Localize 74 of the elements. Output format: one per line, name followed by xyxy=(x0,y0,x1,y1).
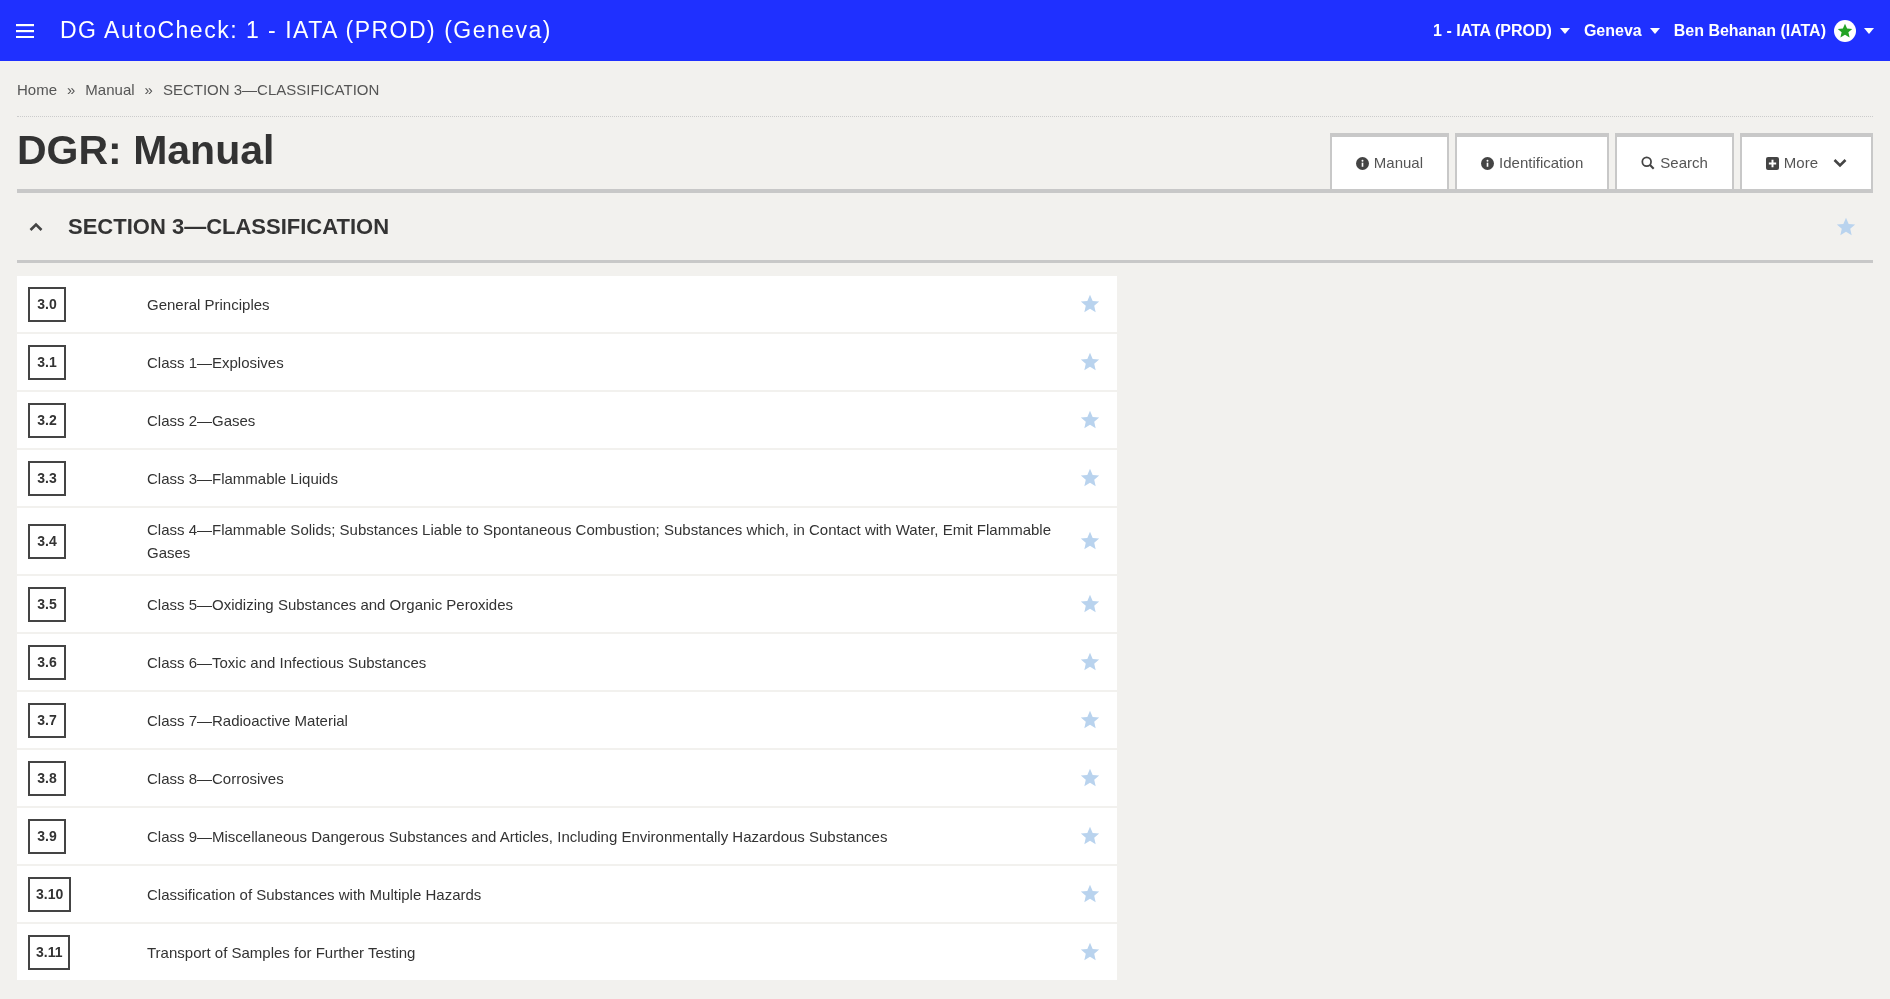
section-row[interactable]: 3.6 Class 6—Toxic and Infectious Substances xyxy=(17,634,1117,690)
section-row-title: Class 4—Flammable Solids; Substances Liable to Spontaneous Combustion; Substances which, in Contact with Water, Emit Flammable Gases xyxy=(147,520,1053,563)
section-row[interactable]: 3.11 Transport of Samples for Further Testing xyxy=(17,924,1117,980)
section-row[interactable]: 3.9 Class 9—Miscellaneous Dangerous Substances and Articles, Including Environmentally Hazardous Substances xyxy=(17,808,1117,864)
section-row-title: Class 2—Gases xyxy=(147,410,257,431)
info-icon xyxy=(1481,156,1495,170)
chevron-up-icon[interactable] xyxy=(29,221,43,232)
section-number: 3.2 xyxy=(28,402,66,438)
section-row[interactable]: 3.0 General Principles xyxy=(17,276,1117,332)
plus-square-icon xyxy=(1765,156,1779,170)
section-number: 3.10 xyxy=(28,876,72,912)
caret-icon xyxy=(1559,27,1570,34)
star-icon[interactable] xyxy=(1079,293,1101,315)
context-menu[interactable]: Geneva xyxy=(1583,18,1660,43)
section-row-title: Class 6—Toxic and Infectious Substances xyxy=(147,652,428,673)
section-row-title: Class 7—Radioactive Material xyxy=(147,710,349,731)
section-number: 3.1 xyxy=(28,344,66,380)
section-row-title: Class 3—Flammable Liquids xyxy=(147,468,339,489)
section-number: 3.6 xyxy=(28,644,66,680)
breadcrumb-link[interactable]: SECTION 3—CLASSIFICATION xyxy=(162,79,380,102)
section-row[interactable]: 3.4 Class 4—Flammable Solids; Substances Liable to Spontaneous Combustion; Substances which, in Contact with Water, Emit Flammable Gases xyxy=(17,508,1117,574)
star-icon[interactable] xyxy=(1079,530,1101,552)
nav-tab[interactable]: Identification xyxy=(1455,133,1610,189)
info-icon xyxy=(1355,156,1369,170)
section-number: 3.3 xyxy=(28,460,66,496)
section-number: 3.11 xyxy=(28,934,71,970)
nav-tab[interactable]: More xyxy=(1739,133,1873,189)
section-row[interactable]: 3.7 Class 7—Radioactive Material xyxy=(17,692,1117,748)
section-number: 3.7 xyxy=(28,702,66,738)
nav-tab[interactable]: Search xyxy=(1615,133,1734,189)
breadcrumb-link[interactable]: Manual xyxy=(85,79,135,102)
section-row-title: Class 9—Miscellaneous Dangerous Substances and Articles, Including Environmentally Hazardous Substances xyxy=(147,826,889,847)
star-icon[interactable] xyxy=(1079,825,1101,847)
section-title: SECTION 3—CLASSIFICATION xyxy=(68,213,390,241)
user-menu[interactable]: Ben Behanan (IATA) xyxy=(1673,18,1874,43)
star-icon[interactable] xyxy=(1079,767,1101,789)
section-row-title: Transport of Samples for Further Testing xyxy=(147,942,417,963)
section-row-title: Classification of Substances with Multiple Hazards xyxy=(147,884,483,905)
section-number: 3.8 xyxy=(28,760,66,796)
section-number: 3.9 xyxy=(28,818,66,854)
app-title: DG AutoCheck: 1 - IATA (PROD) (Geneva) xyxy=(60,16,552,46)
section-number: 3.5 xyxy=(28,586,66,622)
section-row[interactable]: 3.2 Class 2—Gases xyxy=(17,392,1117,448)
section-number: 3.0 xyxy=(28,286,66,322)
caret-icon xyxy=(1649,27,1660,34)
chevron-down-icon xyxy=(1833,158,1847,168)
menu-icon[interactable] xyxy=(16,23,34,38)
star-icon[interactable] xyxy=(1079,651,1101,673)
section-row[interactable]: 3.3 Class 3—Flammable Liquids xyxy=(17,450,1117,506)
section-row[interactable]: 3.1 Class 1—Explosives xyxy=(17,334,1117,390)
star-icon[interactable] xyxy=(1079,467,1101,489)
breadcrumb-link[interactable]: Home xyxy=(17,79,57,102)
section-row-title: Class 8—Corrosives xyxy=(147,768,285,789)
caret-icon xyxy=(1864,27,1874,34)
star-icon[interactable] xyxy=(1079,883,1101,905)
section-number: 3.4 xyxy=(28,523,66,559)
section-row-title: General Principles xyxy=(147,294,271,315)
breadcrumb-separator: » xyxy=(67,80,76,101)
star-icon[interactable] xyxy=(1079,593,1101,615)
star-icon[interactable] xyxy=(1079,351,1101,373)
breadcrumb-separator: » xyxy=(144,80,153,101)
section-row[interactable]: 3.8 Class 8—Corrosives xyxy=(17,750,1117,806)
star-icon[interactable] xyxy=(1079,409,1101,431)
star-icon[interactable] xyxy=(1079,941,1101,963)
search-icon xyxy=(1641,156,1656,170)
section-row[interactable]: 3.10 Classification of Substances with Multiple Hazards xyxy=(17,866,1117,922)
context-menu[interactable]: 1 - IATA (PROD) xyxy=(1433,18,1570,43)
star-icon[interactable] xyxy=(1079,709,1101,731)
section-row[interactable]: 3.5 Class 5—Oxidizing Substances and Organic Peroxides xyxy=(17,576,1117,632)
page-title: DGR: Manual xyxy=(17,126,275,176)
section-row-title: Class 1—Explosives xyxy=(147,352,285,373)
nav-tab[interactable]: Manual xyxy=(1329,133,1450,189)
star-badge-icon xyxy=(1834,19,1856,42)
section-row-title: Class 5—Oxidizing Substances and Organic Peroxides xyxy=(147,594,514,615)
